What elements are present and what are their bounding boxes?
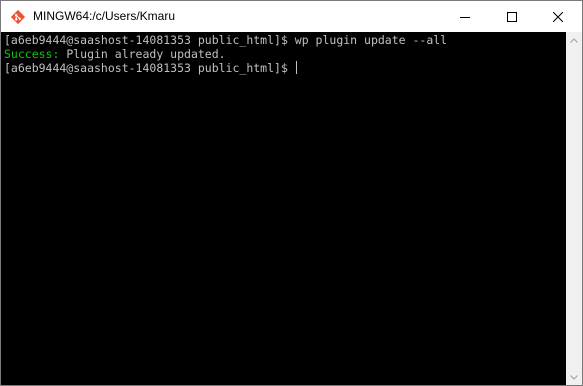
chevron-up-icon <box>570 37 578 43</box>
vertical-scrollbar[interactable] <box>566 32 582 385</box>
result-message: Plugin already updated. <box>59 47 226 61</box>
window-title: MINGW64:/c/Users/Kmaru <box>33 9 176 23</box>
scroll-up-button[interactable] <box>566 32 582 48</box>
minimize-button[interactable] <box>442 1 488 32</box>
maximize-button[interactable] <box>489 1 535 32</box>
terminal-line-prompt[interactable]: [a6eb9444@saashost-14081353 public_html]… <box>4 61 566 75</box>
chevron-down-icon <box>570 374 578 380</box>
close-icon <box>553 11 563 22</box>
terminal-output[interactable]: [a6eb9444@saashost-14081353 public_html]… <box>1 32 566 385</box>
minimize-icon <box>460 16 470 18</box>
maximize-icon <box>507 11 517 22</box>
close-button[interactable] <box>535 1 581 32</box>
git-bash-icon <box>10 9 26 25</box>
title-bar[interactable]: MINGW64:/c/Users/Kmaru <box>1 1 582 32</box>
terminal-line-command: [a6eb9444@saashost-14081353 public_html]… <box>4 33 448 47</box>
success-label: Success: <box>4 47 60 61</box>
text-cursor <box>295 61 297 74</box>
scroll-down-button[interactable] <box>566 369 582 385</box>
terminal-line-result: Success: Plugin already updated. <box>4 47 566 61</box>
terminal-window: MINGW64:/c/Users/Kmaru [a6eb9444@saashos… <box>0 0 583 386</box>
shell-prompt: [a6eb9444@saashost-14081353 public_html]… <box>4 61 295 75</box>
